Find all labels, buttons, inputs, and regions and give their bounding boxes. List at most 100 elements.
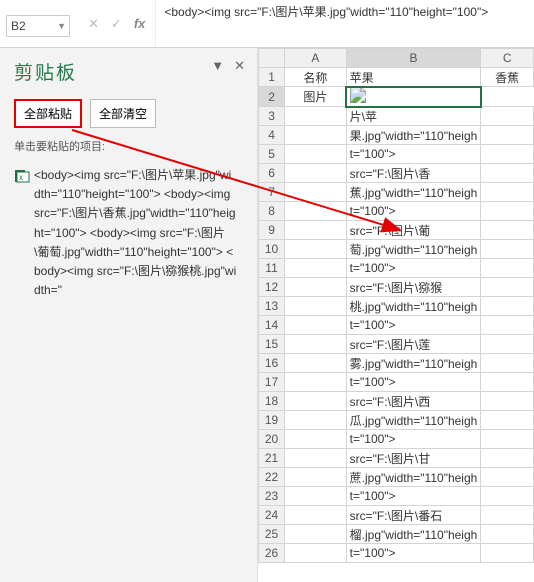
row-header[interactable]: 15 (259, 335, 285, 354)
cell-A19[interactable] (285, 411, 347, 430)
cell-B21[interactable]: src="F:\图片\甘 (346, 449, 481, 468)
row-header[interactable]: 12 (259, 278, 285, 297)
cell-C1[interactable]: 香蕉 (481, 68, 534, 87)
row-header[interactable]: 7 (259, 183, 285, 202)
cell-C23[interactable] (481, 487, 534, 506)
row-header[interactable]: 25 (259, 525, 285, 544)
row-header[interactable]: 5 (259, 145, 285, 164)
cell-C12[interactable] (481, 278, 534, 297)
cell-B9[interactable]: src="F:\图片\葡 (346, 221, 481, 240)
row-header[interactable]: 4 (259, 126, 285, 145)
column-header-B[interactable]: B (346, 49, 481, 68)
row-header[interactable]: 2 (259, 87, 285, 107)
cell-B4[interactable]: 果.jpg"width="110"heigh (346, 126, 481, 145)
cell-C17[interactable] (481, 373, 534, 392)
cell-A21[interactable] (285, 449, 347, 468)
paste-all-button[interactable]: 全部粘贴 (14, 99, 82, 128)
cell-C13[interactable] (481, 297, 534, 316)
cell-B13[interactable]: 桃.jpg"width="110"heigh (346, 297, 481, 316)
cell-A16[interactable] (285, 354, 347, 373)
cell-A1[interactable]: 名称 (285, 68, 347, 87)
cell-B20[interactable]: t="100"> (346, 430, 481, 449)
row-header[interactable]: 6 (259, 164, 285, 183)
cell-B5[interactable]: t="100"> (346, 145, 481, 164)
cell-B26[interactable]: t="100"> (346, 544, 481, 563)
cell-A13[interactable] (285, 297, 347, 316)
cell-C9[interactable] (481, 221, 534, 240)
row-header[interactable]: 14 (259, 316, 285, 335)
cell-C14[interactable] (481, 316, 534, 335)
cell-C22[interactable] (481, 468, 534, 487)
cancel-icon[interactable]: ✕ (88, 16, 99, 32)
cell-A20[interactable] (285, 430, 347, 449)
cell-B18[interactable]: src="F:\图片\西 (346, 392, 481, 411)
cell-B22[interactable]: 蔗.jpg"width="110"heigh (346, 468, 481, 487)
cell-C3[interactable] (481, 107, 534, 126)
row-header[interactable]: 22 (259, 468, 285, 487)
cell-C25[interactable] (481, 525, 534, 544)
cell-B19[interactable]: 瓜.jpg"width="110"heigh (346, 411, 481, 430)
row-header[interactable]: 3 (259, 107, 285, 126)
cell-A9[interactable] (285, 221, 347, 240)
cell-A17[interactable] (285, 373, 347, 392)
column-header-C[interactable]: C (481, 49, 534, 68)
cell-A8[interactable] (285, 202, 347, 221)
cell-A12[interactable] (285, 278, 347, 297)
cell-C11[interactable] (481, 259, 534, 278)
row-header[interactable]: 11 (259, 259, 285, 278)
cell-B15[interactable]: src="F:\图片\莲 (346, 335, 481, 354)
cell-A5[interactable] (285, 145, 347, 164)
clear-all-button[interactable]: 全部清空 (90, 99, 156, 128)
cell-B16[interactable]: 雾.jpg"width="110"heigh (346, 354, 481, 373)
close-icon[interactable]: ✕ (234, 58, 245, 74)
chevron-down-icon[interactable]: ▼ (211, 58, 224, 74)
fx-icon[interactable]: fx (134, 16, 146, 31)
cell-B6[interactable]: src="F:\图片\香 (346, 164, 481, 183)
cell-B17[interactable]: t="100"> (346, 373, 481, 392)
spreadsheet-grid[interactable]: ABC1名称苹果香蕉2图片3片\苹4果.jpg"width="110"heigh… (258, 48, 534, 582)
row-header[interactable]: 10 (259, 240, 285, 259)
cell-C16[interactable] (481, 354, 534, 373)
cell-A24[interactable] (285, 506, 347, 525)
name-box[interactable]: B2 ▼ (6, 15, 70, 37)
cell-C2[interactable] (350, 87, 366, 103)
cell-C19[interactable] (481, 411, 534, 430)
cell-B2[interactable] (346, 87, 481, 107)
cell-C18[interactable] (481, 392, 534, 411)
row-header[interactable]: 19 (259, 411, 285, 430)
enter-icon[interactable]: ✓ (111, 16, 122, 32)
cell-A15[interactable] (285, 335, 347, 354)
cell-B24[interactable]: src="F:\图片\番石 (346, 506, 481, 525)
cell-C26[interactable] (481, 544, 534, 563)
select-all-cell[interactable] (259, 49, 285, 68)
cell-C15[interactable] (481, 335, 534, 354)
cell-A14[interactable] (285, 316, 347, 335)
cell-C20[interactable] (481, 430, 534, 449)
cell-A4[interactable] (285, 126, 347, 145)
cell-C24[interactable] (481, 506, 534, 525)
cell-B23[interactable]: t="100"> (346, 487, 481, 506)
cell-A3[interactable] (285, 107, 347, 126)
row-header[interactable]: 9 (259, 221, 285, 240)
cell-C4[interactable] (481, 126, 534, 145)
row-header[interactable]: 21 (259, 449, 285, 468)
row-header[interactable]: 23 (259, 487, 285, 506)
row-header[interactable]: 20 (259, 430, 285, 449)
row-header[interactable]: 1 (259, 68, 285, 87)
cell-C6[interactable] (481, 164, 534, 183)
cell-A11[interactable] (285, 259, 347, 278)
cell-C10[interactable] (481, 240, 534, 259)
cell-A7[interactable] (285, 183, 347, 202)
cell-C7[interactable] (481, 183, 534, 202)
row-header[interactable]: 26 (259, 544, 285, 563)
cell-A22[interactable] (285, 468, 347, 487)
cell-C5[interactable] (481, 145, 534, 164)
chevron-down-icon[interactable]: ▼ (57, 21, 66, 31)
cell-B1[interactable]: 苹果 (346, 68, 481, 87)
cell-A25[interactable] (285, 525, 347, 544)
formula-text[interactable]: <body><img src="F:\图片\苹果.jpg"width="110"… (155, 0, 534, 47)
row-header[interactable]: 17 (259, 373, 285, 392)
cell-C21[interactable] (481, 449, 534, 468)
cell-B14[interactable]: t="100"> (346, 316, 481, 335)
cell-A6[interactable] (285, 164, 347, 183)
